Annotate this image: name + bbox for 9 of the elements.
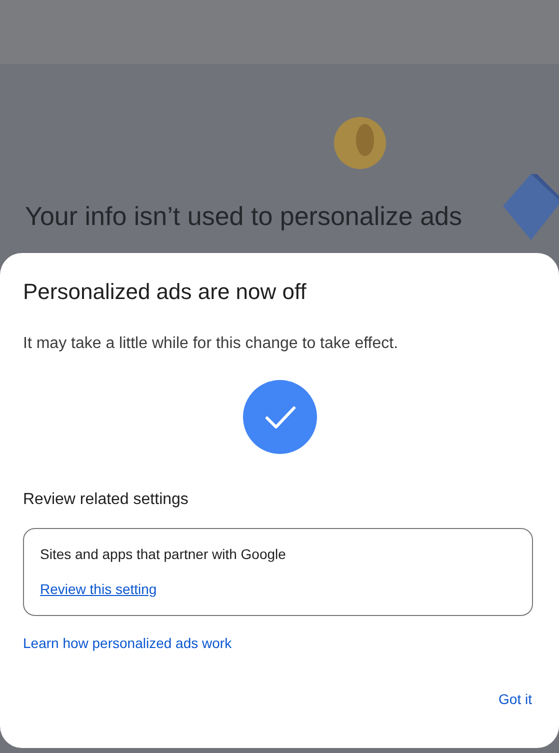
section-title: Review related settings <box>23 491 190 509</box>
learn-link[interactable]: Learn how personalized ads work <box>23 635 232 651</box>
coin-icon <box>333 116 387 170</box>
setting-title: Sites and apps that partner with Google <box>40 546 286 562</box>
checkmark-icon <box>242 380 316 454</box>
dialog-title: Personalized ads are now off <box>23 279 308 305</box>
review-link[interactable]: Review this setting <box>40 581 157 597</box>
page-heading: Your info isn’t used to personalize ads <box>25 201 462 232</box>
dialog-message: It may take a little while for this change to take effect. <box>23 335 400 353</box>
